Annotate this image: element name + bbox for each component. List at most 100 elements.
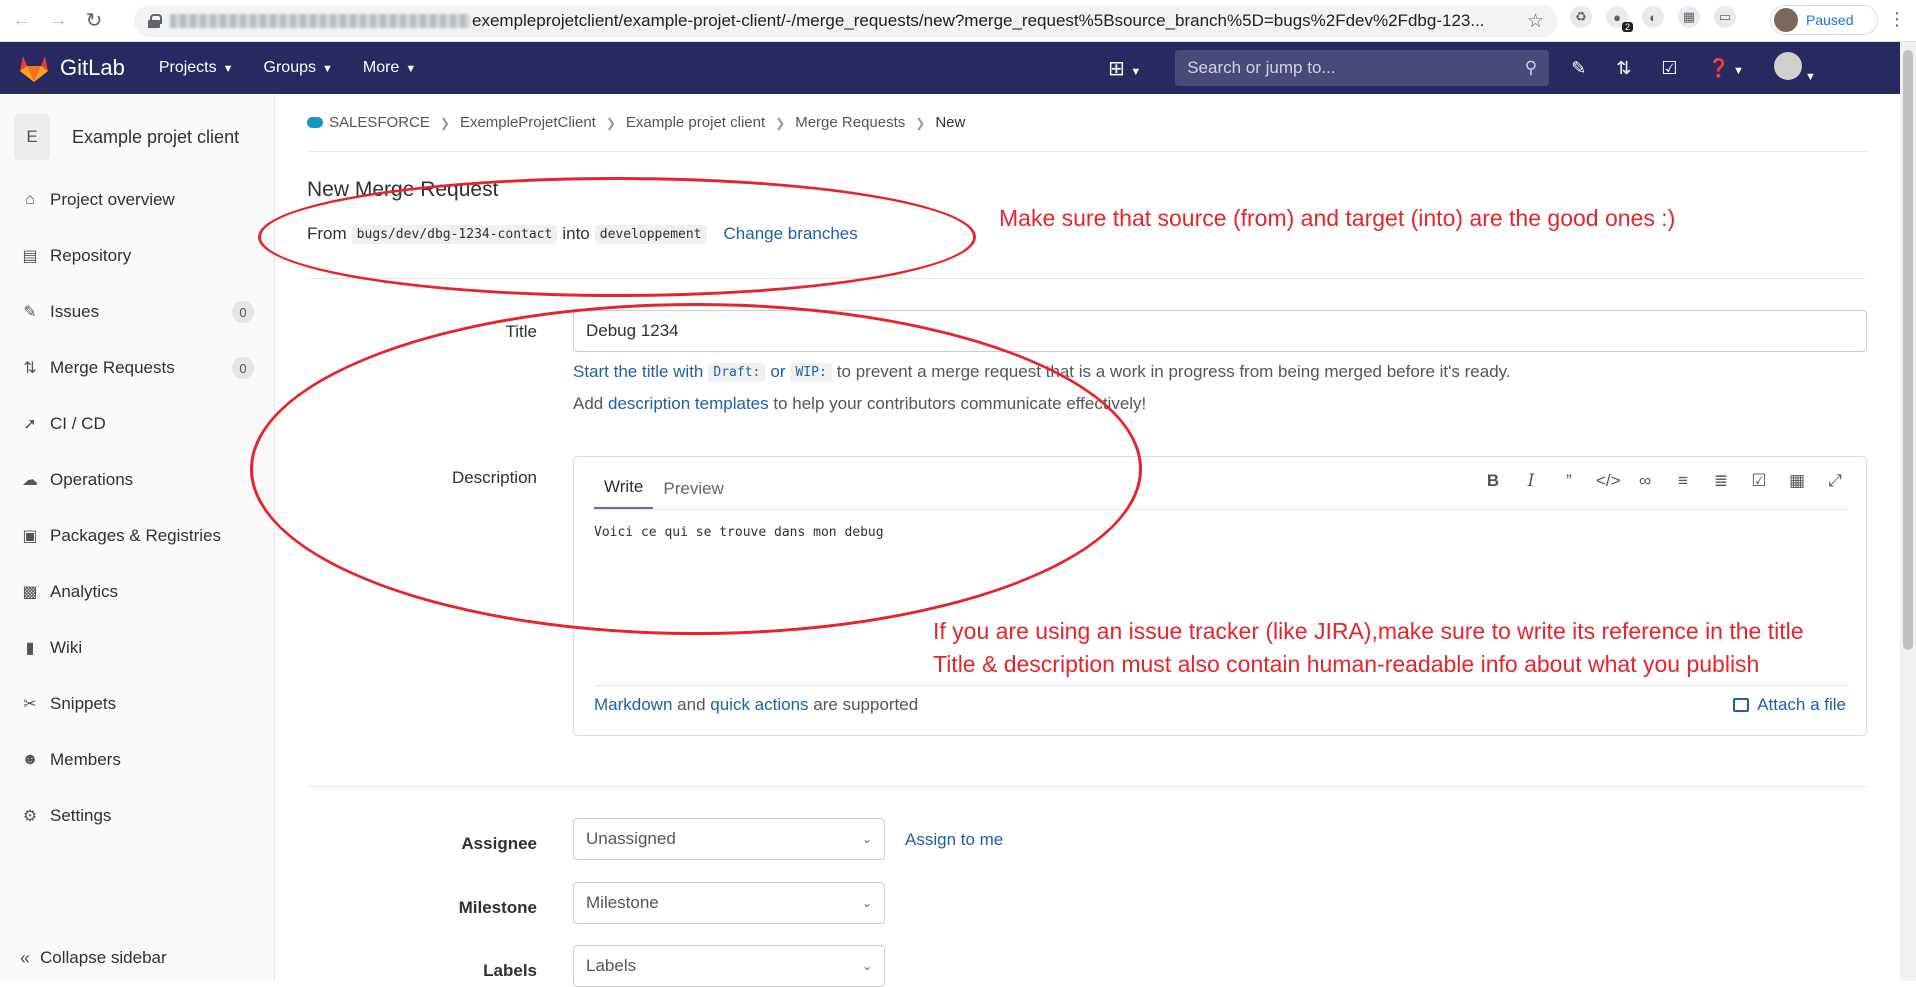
forward-arrow-icon[interactable]: → [44,7,72,35]
todo-check-icon[interactable]: ☑ [1661,58,1677,79]
sidebar-item-wiki[interactable]: ▮ Wiki [0,620,274,676]
link-icon[interactable]: ∞ [1634,471,1656,491]
milestone-value: Milestone [586,893,659,912]
bookmark-star-icon[interactable]: ☆ [1527,10,1544,33]
fullscreen-icon[interactable]: ⤢ [1824,471,1846,491]
breadcrumb-separator-icon: ❯ [775,115,786,130]
table-icon[interactable]: ▦ [1786,471,1808,491]
issues-nav-icon[interactable]: ✎ [1571,58,1586,79]
breadcrumb-item[interactable]: Merge Requests [795,114,905,131]
profile-button[interactable]: Paused [1770,5,1878,35]
markdown-link[interactable]: Markdown [594,695,672,714]
tanuki-icon [20,56,48,82]
extension-badge-icon[interactable]: ● 2 [1606,6,1633,32]
reload-icon[interactable]: ↻ [80,7,108,35]
back-arrow-icon[interactable]: ← [8,7,36,35]
numbered-list-icon[interactable]: ≣ [1710,471,1732,491]
assignee-select[interactable]: Unassigned ⌄ [573,818,885,860]
extensions-area: ♻ ● 2 ◐ ▦ ▭ [1570,6,1736,32]
gitlab-logo[interactable]: GitLab [18,53,125,83]
attach-file-label: Attach a file [1757,695,1846,714]
chevron-down-icon: ▼ [405,63,417,75]
user-menu[interactable]: ▼ [1773,51,1816,85]
sidebar-item-label: Snippets [50,694,117,713]
sidebar-item-issues[interactable]: ✎ Issues 0 [0,284,274,340]
sidebar-item-packages[interactable]: ▣ Packages & Registries [0,508,274,564]
browser-menu-icon[interactable]: ⋮ [1888,9,1906,30]
bullet-list-icon[interactable]: ≡ [1672,471,1694,491]
breadcrumb-item[interactable]: Example projet client [626,114,765,131]
sidebar-item-label: Analytics [50,582,119,601]
bold-icon[interactable]: B [1482,471,1504,491]
circle-extension-icon[interactable]: ◐ [1642,6,1664,28]
sidebar-item-members[interactable]: ☻ Members [0,732,274,788]
profile-status: Paused [1806,12,1854,28]
sidebar-item-repository[interactable]: ▤ Repository [0,228,274,284]
collapse-sidebar-button[interactable]: « Collapse sidebar [0,934,167,982]
issues-icon: ✎ [23,304,37,321]
assignee-label: Assignee [461,834,537,853]
quick-actions-link[interactable]: quick actions [710,695,808,714]
sidebar-list: ⌂ Project overview ▤ Repository ✎ Issues 0 ⇅… [0,172,274,844]
project-avatar: E [14,114,50,160]
book-icon: ▮ [25,640,35,657]
blurred-url-host [170,14,470,28]
breadcrumb-item[interactable]: SALESFORCE [329,114,430,131]
code-icon[interactable]: </> [1596,471,1621,491]
breadcrumb-separator-icon: ❯ [439,115,450,130]
sidebar-item-analytics[interactable]: ▩ Analytics [0,564,274,620]
task-list-icon[interactable]: ☑ [1748,471,1770,491]
search-placeholder: Search or jump to... [1187,58,1336,77]
project-name: Example projet client [72,126,240,147]
help-icon[interactable]: ❓ ▼ [1708,58,1744,79]
italic-icon[interactable]: I [1520,471,1542,491]
address-bar[interactable]: exempleprojetclient/example-projet-clien… [134,5,1558,37]
main-content: SALESFORCE ❯ ExempleProjetClient ❯ Example… [307,94,1867,987]
merge-requests-nav-icon[interactable]: ⇅ [1616,58,1631,79]
issues-count-badge: 0 [232,301,254,323]
sidebar-item-settings[interactable]: ⚙ Settings [0,788,274,844]
assign-to-me-link[interactable]: Assign to me [905,830,1003,850]
recycle-extension-icon[interactable]: ♻ [1570,6,1592,28]
quote-icon[interactable]: ” [1558,471,1580,491]
puzzle-icon[interactable]: ▦ [1678,6,1700,28]
scrollbar-thumb[interactable] [1903,50,1913,650]
footer-and: and [677,695,706,714]
navbar-right: ⊞ ▼ Search or jump to... ⚲ ✎ ⇅ ☑ ❓ ▼ ▼ [1108,42,1816,94]
attach-file-button[interactable]: Attach a file [1733,695,1846,715]
sidebar-item-operations[interactable]: ☁ Operations [0,452,274,508]
browser-toolbar: ← → ↻ exempleprojetclient/example-projet… [0,0,1916,42]
merge-requests-count-badge: 0 [232,357,254,379]
menu-projects[interactable]: Projects ▼ [159,59,234,77]
page-scrollbar[interactable] [1900,42,1916,981]
gear-icon: ⚙ [22,808,38,825]
new-item-plus-icon[interactable]: ⊞ ▼ [1108,56,1141,81]
url-text: exempleprojetclient/example-projet-clien… [472,11,1485,30]
breadcrumb-separator-icon: ❯ [915,115,926,130]
sidebar-item-merge-requests[interactable]: ⇅ Merge Requests 0 [0,340,274,396]
sidebar-item-label: Repository [50,246,132,265]
chevron-down-icon: ▼ [321,63,333,75]
sidebar-item-label: Wiki [50,638,83,657]
sidebar-item-project-overview[interactable]: ⌂ Project overview [0,172,274,228]
doc-icon: ▤ [22,248,38,265]
navbar-icons: ✎ ⇅ ☑ ❓ ▼ ▼ [1571,51,1816,85]
breadcrumb-item[interactable]: ExempleProjetClient [460,114,596,131]
top-menu: Projects ▼ Groups ▼ More ▼ [159,59,416,77]
divider [307,786,1867,787]
chevron-down-icon: ⌄ [861,959,872,973]
sidebar-item-label: CI / CD [50,414,106,433]
chart-icon: ▩ [22,584,38,601]
sidebar-item-ci-cd[interactable]: ➚ CI / CD [0,396,274,452]
sidebar-item-label: Members [50,750,121,769]
cast-icon[interactable]: ▭ [1714,6,1736,28]
milestone-select[interactable]: Milestone ⌄ [573,882,885,924]
menu-more[interactable]: More ▼ [363,59,416,77]
project-header[interactable]: E Example projet client [0,94,274,166]
cloud-icon: ☁ [22,472,38,489]
search-input[interactable]: Search or jump to... ⚲ [1175,50,1550,86]
annotation-tracker-note-2: Title & description must also contain hu… [933,651,1760,677]
menu-groups[interactable]: Groups ▼ [264,59,333,77]
sidebar-item-label: Merge Requests [50,358,175,377]
sidebar-item-snippets[interactable]: ✂ Snippets [0,676,274,732]
